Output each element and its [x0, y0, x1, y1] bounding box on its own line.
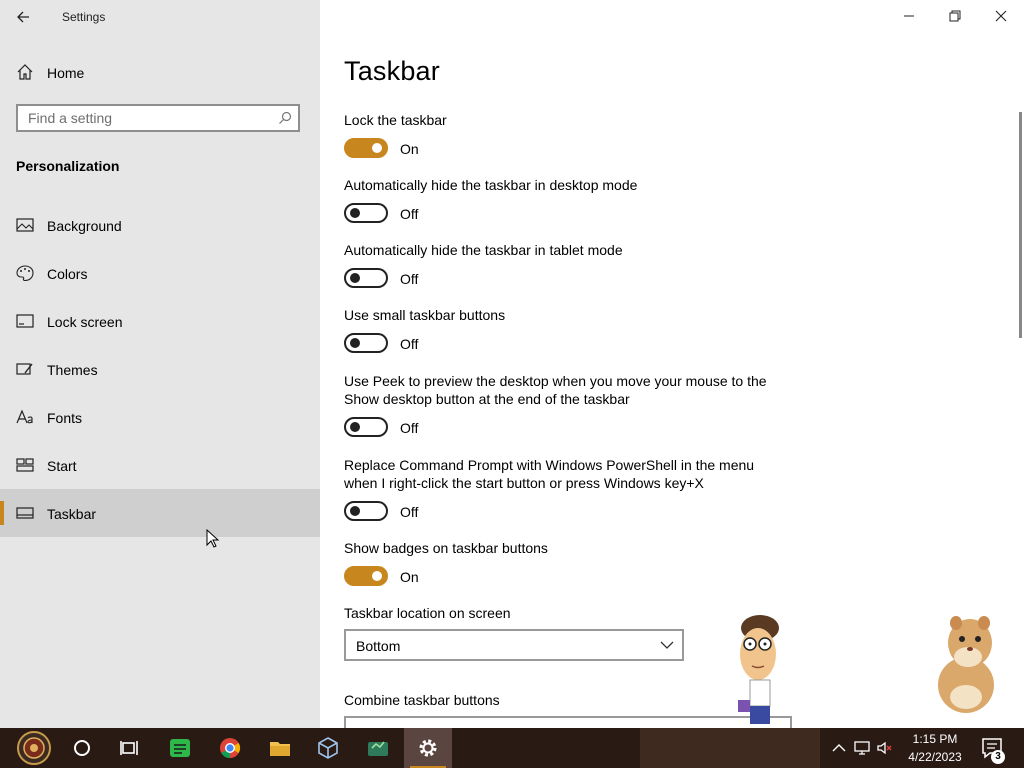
- close-icon: [995, 10, 1007, 22]
- search-box[interactable]: [16, 104, 300, 132]
- sidebar-item-label: Taskbar: [47, 506, 97, 522]
- sidebar-item-start[interactable]: Start: [0, 441, 320, 489]
- notification-count-badge: 3: [991, 750, 1005, 764]
- file-explorer-button[interactable]: [256, 728, 304, 768]
- cube-icon: [318, 737, 338, 759]
- toggle-state-label: Off: [400, 420, 419, 436]
- sidebar-item-background[interactable]: Background: [0, 201, 320, 249]
- setting-label-autohide-tablet: Automatically hide the taskbar in tablet…: [344, 242, 623, 258]
- search-input[interactable]: [18, 106, 268, 130]
- toggle-state-label: On: [400, 569, 419, 585]
- settings-taskbar-button[interactable]: [404, 728, 452, 768]
- virtualbox-button[interactable]: [304, 728, 352, 768]
- start-button-icon[interactable]: [12, 730, 56, 766]
- setting-label-small-buttons: Use small taskbar buttons: [344, 307, 506, 323]
- taskbar-icon: [16, 507, 34, 519]
- small-buttons-toggle[interactable]: [344, 333, 388, 353]
- tablet-app-button[interactable]: [354, 728, 402, 768]
- back-arrow-icon: [17, 11, 29, 23]
- minimize-icon: [904, 15, 914, 17]
- sidebar-item-label: Lock screen: [47, 314, 123, 330]
- sidebar-item-label: Fonts: [47, 410, 83, 426]
- task-view-button[interactable]: [106, 728, 154, 768]
- back-button[interactable]: [10, 6, 36, 28]
- hamster-mascot: [938, 616, 994, 713]
- cartoon-man-mascot: [738, 615, 779, 724]
- clock-time[interactable]: 1:15 PM: [905, 732, 965, 746]
- sidebar-item-colors[interactable]: Colors: [0, 249, 320, 297]
- sidebar-item-home[interactable]: Home: [0, 58, 320, 90]
- setting-label-lock-taskbar: Lock the taskbar: [344, 112, 447, 128]
- combine-buttons-dropdown[interactable]: [344, 716, 792, 728]
- chrome-button[interactable]: [206, 728, 254, 768]
- toggle-state-label: Off: [400, 336, 419, 352]
- restore-icon: [949, 10, 961, 22]
- sidebar: Settings Home Personalization Background…: [0, 0, 320, 728]
- cortana-button[interactable]: [58, 728, 106, 768]
- mouse-cursor-icon: [206, 529, 220, 548]
- sidebar-item-fonts[interactable]: Fonts: [0, 393, 320, 441]
- sidebar-item-lock-screen[interactable]: Lock screen: [0, 297, 320, 345]
- sidebar-item-label: Home: [47, 65, 85, 81]
- folder-icon: [270, 742, 290, 756]
- volume-muted-icon[interactable]: [876, 739, 894, 757]
- chrome-icon: [220, 738, 241, 759]
- setting-label-location: Taskbar location on screen: [344, 605, 511, 621]
- app-title: Settings: [62, 10, 106, 24]
- search-icon[interactable]: [278, 111, 292, 125]
- setting-label-badges: Show badges on taskbar buttons: [344, 540, 548, 556]
- sheets-app-icon: [170, 739, 190, 757]
- sidebar-item-label: Colors: [47, 266, 88, 282]
- setting-label-autohide-desktop: Automatically hide the taskbar in deskto…: [344, 177, 638, 193]
- dropdown-value: Bottom: [356, 638, 401, 654]
- peek-toggle[interactable]: [344, 417, 388, 437]
- sidebar-item-taskbar[interactable]: Taskbar: [0, 489, 320, 537]
- themes-icon: [16, 363, 33, 375]
- toggle-state-label: Off: [400, 206, 419, 222]
- clock-date[interactable]: 4/22/2023: [899, 750, 971, 764]
- wallpaper-strip: [640, 728, 820, 768]
- sheets-app-button[interactable]: [156, 728, 204, 768]
- cortana-circle-icon: [74, 740, 90, 756]
- autohide-desktop-toggle[interactable]: [344, 203, 388, 223]
- sidebar-item-themes[interactable]: Themes: [0, 345, 320, 393]
- setting-label-powershell: Replace Command Prompt with Windows Powe…: [344, 457, 755, 491]
- home-icon: [17, 64, 33, 80]
- toggle-state-label: On: [400, 141, 419, 157]
- minimize-button[interactable]: [886, 0, 932, 32]
- sidebar-item-label: Start: [47, 458, 77, 474]
- main-panel: Taskbar Lock the taskbar On Automaticall…: [320, 0, 1024, 728]
- taskbar-location-dropdown[interactable]: Bottom: [344, 629, 684, 661]
- palette-icon: [16, 265, 34, 281]
- section-title: Personalization: [16, 158, 120, 174]
- sidebar-item-label: Background: [47, 218, 122, 234]
- task-view-icon: [120, 741, 138, 755]
- autohide-tablet-toggle[interactable]: [344, 268, 388, 288]
- start-icon: [16, 458, 34, 472]
- close-button[interactable]: [978, 0, 1024, 32]
- lock-taskbar-toggle[interactable]: [344, 138, 388, 158]
- setting-label-peek: Use Peek to preview the desktop when you…: [344, 373, 767, 407]
- page-title: Taskbar: [344, 56, 440, 86]
- network-icon[interactable]: [853, 739, 871, 757]
- picture-icon: [16, 218, 34, 232]
- windows-taskbar: [0, 728, 1024, 768]
- sidebar-item-label: Themes: [47, 362, 98, 378]
- restore-button[interactable]: [932, 0, 978, 32]
- lock-screen-icon: [16, 314, 34, 328]
- badges-toggle[interactable]: [344, 566, 388, 586]
- chevron-up-icon[interactable]: [830, 739, 848, 757]
- gear-icon: [419, 739, 437, 757]
- toggle-state-label: Off: [400, 271, 419, 287]
- fonts-icon: [16, 409, 33, 424]
- tablet-app-icon: [368, 741, 388, 756]
- scrollbar[interactable]: [1019, 112, 1022, 338]
- powershell-toggle[interactable]: [344, 501, 388, 521]
- setting-label-combine: Combine taskbar buttons: [344, 692, 500, 708]
- chevron-down-icon: [660, 641, 674, 649]
- toggle-state-label: Off: [400, 504, 419, 520]
